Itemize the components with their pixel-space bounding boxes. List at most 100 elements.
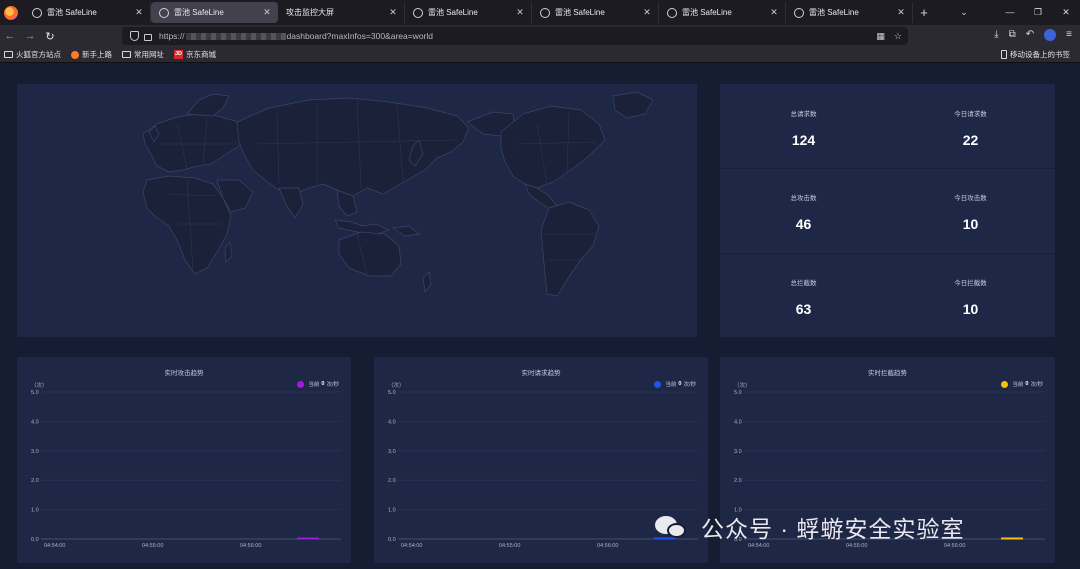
tab-title: 雷池 SafeLine — [555, 8, 605, 17]
tab-close-icon[interactable]: ✕ — [515, 7, 525, 18]
stat-label: 今日请求数 — [954, 111, 987, 118]
stat-label: 总拦截数 — [790, 280, 817, 287]
navigation-bar: ← → ↻ https:// dashboard?maxInfos=300&ar… — [0, 25, 1080, 47]
y-tick-label: 2.0 — [388, 478, 396, 484]
bookmark-firefox-official[interactable]: 火狐官方站点 — [4, 49, 61, 60]
tab-close-icon[interactable]: ✕ — [769, 7, 779, 18]
address-bar[interactable]: https:// dashboard?maxInfos=300&area=wor… — [122, 27, 908, 45]
minimize-button[interactable]: — — [996, 7, 1024, 18]
y-tick-label: 3.0 — [31, 449, 39, 455]
extensions-icon[interactable]: ⧉ — [1009, 29, 1016, 41]
qr-code-icon[interactable]: ▦ — [876, 31, 885, 42]
tab-title: 攻击监控大屏 — [286, 8, 334, 17]
menu-icon[interactable]: ≡ — [1066, 29, 1072, 41]
browser-tab[interactable]: 雷池 SafeLine ✕ — [151, 2, 278, 23]
tab-close-icon[interactable]: ✕ — [896, 7, 906, 18]
y-tick-label: 2.0 — [31, 478, 39, 484]
url-redacted-host — [185, 32, 286, 40]
x-tick-label: 04:56:00 — [240, 543, 261, 549]
browser-tab[interactable]: 雷池 SafeLine ✕ — [532, 2, 659, 23]
forward-button[interactable]: → — [20, 30, 40, 42]
y-tick-label: 0.0 — [388, 537, 396, 543]
window-controls: — ❐ ✕ — [996, 7, 1080, 18]
y-tick-label: 3.0 — [734, 449, 742, 455]
tab-bar: 雷池 SafeLine ✕ 雷池 SafeLine ✕ 攻击监控大屏 ✕ 雷池 SafeLi… — [0, 0, 1080, 25]
stat-total-attacks: 总攻击数 46 — [720, 192, 887, 232]
world-attack-map[interactable] — [17, 84, 697, 337]
back-button[interactable]: ← — [0, 30, 20, 42]
tab-close-icon[interactable]: ✕ — [642, 7, 652, 18]
restore-button[interactable]: ❐ — [1024, 7, 1052, 18]
tab-close-icon[interactable]: ✕ — [134, 7, 144, 18]
tab-title: 雷池 SafeLine — [47, 8, 97, 17]
tab-title: 雷池 SafeLine — [428, 8, 478, 17]
tab-favicon-icon — [794, 7, 804, 18]
browser-tab[interactable]: 雷池 SafeLine ✕ — [24, 2, 151, 23]
tab-list-chevron-icon[interactable]: ⌄ — [953, 7, 975, 18]
tab-title: 雷池 SafeLine — [809, 8, 859, 17]
tab-strip: 雷池 SafeLine ✕ 雷池 SafeLine ✕ 攻击监控大屏 ✕ 雷池 SafeLi… — [24, 2, 913, 23]
stat-value: 22 — [962, 132, 979, 148]
tab-favicon-icon — [667, 7, 677, 18]
tab-favicon-icon — [159, 7, 169, 18]
mobile-device-icon — [1001, 50, 1007, 59]
tab-favicon-icon — [413, 7, 423, 18]
y-tick-label: 4.0 — [734, 419, 742, 425]
stats-divider — [720, 168, 1055, 169]
bookmark-star-icon[interactable]: ☆ — [894, 31, 902, 42]
chart-plot: 5.0 4.0 3.0 2.0 1.0 0.0 04:54:00 04:55:00 04:56:… — [31, 390, 341, 549]
bookmark-label: 火狐官方站点 — [16, 50, 61, 59]
browser-tab[interactable]: 雷池 SafeLine ✕ — [659, 2, 786, 23]
x-tick-label: 04:54:00 — [401, 543, 422, 549]
wechat-watermark: 公众号 · 蜉蝣安全实验室 — [655, 510, 964, 544]
bookmark-getting-started[interactable]: 新手上路 — [71, 49, 112, 60]
tracking-shield-icon[interactable] — [130, 31, 139, 41]
close-window-button[interactable]: ✕ — [1052, 7, 1080, 18]
y-tick-label: 1.0 — [31, 508, 39, 514]
browser-tab[interactable]: 雷池 SafeLine ✕ — [405, 2, 532, 23]
stat-label: 今日拦截数 — [954, 280, 987, 287]
stat-value: 63 — [795, 301, 812, 317]
stat-value: 10 — [962, 216, 979, 232]
account-avatar-icon[interactable] — [1044, 29, 1057, 41]
stat-label: 今日攻击数 — [954, 195, 987, 202]
x-tick-label: 04:56:00 — [597, 543, 618, 549]
url-path: dashboard?maxInfos=300&area=world — [286, 31, 434, 41]
watermark-text: 公众号 · 蜉蝣安全实验室 — [701, 516, 965, 542]
bookmark-jd-mall[interactable]: JD 京东商城 — [174, 49, 216, 60]
tab-close-icon[interactable]: ✕ — [388, 7, 398, 18]
tab-title: 雷池 SafeLine — [174, 8, 224, 17]
x-tick-label: 04:54:00 — [44, 543, 65, 549]
reload-button[interactable]: ↻ — [40, 30, 60, 43]
tab-favicon-icon — [32, 7, 42, 18]
bookmark-label: 京东商城 — [186, 50, 216, 59]
stat-today-blocked: 今日拦截数 10 — [887, 277, 1054, 317]
tab-favicon-icon — [540, 7, 550, 18]
y-tick-label: 0.0 — [31, 537, 39, 543]
bookmark-label: 常用网址 — [134, 50, 164, 59]
firefox-logo-icon — [4, 5, 18, 20]
new-tab-button[interactable]: + — [913, 5, 935, 20]
tab-close-icon[interactable]: ✕ — [262, 7, 272, 18]
browser-tab[interactable]: 攻击监控大屏 ✕ — [278, 2, 405, 23]
browser-tab[interactable]: 雷池 SafeLine ✕ — [786, 2, 913, 23]
stats-panel: 总请求数 124 今日请求数 22 总攻击数 46 今日攻击数 10 总拦截数 … — [720, 84, 1055, 337]
stat-value: 10 — [962, 301, 979, 317]
y-tick-label: 5.0 — [734, 390, 742, 396]
y-tick-label: 4.0 — [31, 419, 39, 425]
y-tick-label: 5.0 — [388, 390, 396, 396]
world-map-svg — [142, 91, 654, 297]
x-tick-label: 04:55:00 — [142, 543, 163, 549]
lock-icon[interactable] — [144, 33, 152, 41]
stat-value: 46 — [795, 216, 812, 232]
downloads-icon[interactable]: ⤓ — [994, 29, 998, 41]
bookmark-common-sites[interactable]: 常用网址 — [122, 49, 164, 60]
bookmark-mobile-folder[interactable]: 移动设备上的书签 — [1001, 49, 1070, 60]
url-prefix: https:// — [159, 31, 185, 41]
stats-divider — [720, 253, 1055, 254]
y-tick-label: 5.0 — [31, 390, 39, 396]
stat-today-requests: 今日请求数 22 — [887, 108, 1054, 148]
y-tick-label: 2.0 — [734, 478, 742, 484]
firefox-icon — [71, 50, 79, 59]
undo-icon[interactable]: ↶ — [1026, 29, 1034, 41]
